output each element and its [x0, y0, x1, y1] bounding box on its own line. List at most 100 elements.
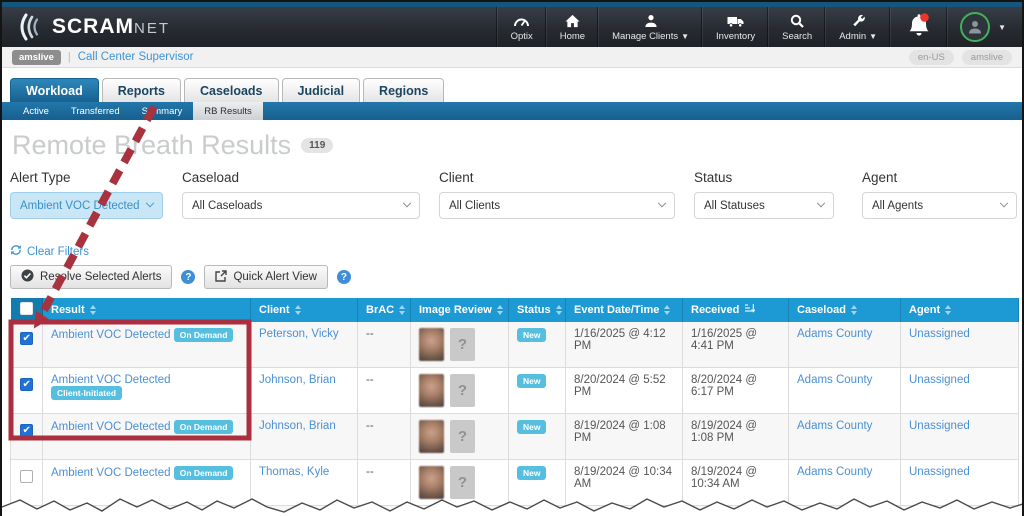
row-checkbox[interactable] [20, 378, 33, 391]
status-select[interactable]: All Statuses [694, 192, 834, 219]
page-title: Remote Breath Results [12, 130, 291, 161]
missing-image-placeholder[interactable]: ? [450, 374, 475, 407]
agent-link[interactable]: Unassigned [909, 512, 970, 516]
subtab-summary[interactable]: Summary [131, 102, 194, 120]
client-photo-thumbnail[interactable] [419, 374, 444, 407]
result-link[interactable]: Ambient VOC Detected [51, 374, 171, 386]
missing-image-placeholder[interactable]: ? [450, 512, 475, 516]
agent-link[interactable]: Unassigned [909, 328, 970, 340]
bell-icon [907, 12, 931, 43]
refresh-icon [10, 244, 22, 259]
missing-image-placeholder[interactable]: ? [450, 466, 475, 499]
sort-icon [399, 305, 405, 315]
tab-judicial[interactable]: Judicial [282, 78, 361, 102]
col-caseload[interactable]: Caseload [789, 298, 901, 322]
tab-workload[interactable]: Workload [10, 78, 99, 102]
client-link[interactable]: Miller, Sue [259, 512, 313, 516]
row-checkbox[interactable] [20, 470, 33, 483]
quick-alert-view-button[interactable]: Quick Alert View [204, 265, 328, 289]
gauge-icon [513, 13, 530, 29]
chevron-down-icon: ▼ [869, 32, 877, 41]
table-row: Ambient VOC Detected On Demand Johnson, … [11, 414, 1019, 460]
notifications-button[interactable] [890, 7, 947, 47]
table-row: Ambient VOC Detected On Demand Thomas, K… [11, 460, 1019, 506]
brac-value: -- [366, 466, 374, 478]
status-label: Status [694, 170, 834, 185]
resolve-selected-alerts-button[interactable]: Resolve Selected Alerts [10, 265, 172, 289]
user-badge: amslive [962, 50, 1012, 65]
agent-link[interactable]: Unassigned [909, 466, 970, 478]
alert-type-select[interactable]: Ambient VOC Detected [10, 192, 163, 219]
col-agent[interactable]: Agent [901, 298, 1019, 322]
received-datetime: 8/20/2024 @ 6:17 PM [691, 374, 757, 398]
client-photo-thumbnail[interactable] [419, 512, 444, 516]
col-brac[interactable]: BrAC [358, 298, 411, 322]
event-datetime: 8/19/2024 @ 1:08 PM [574, 420, 666, 444]
avatar [960, 12, 990, 42]
chevron-down-icon [403, 198, 411, 206]
agent-link[interactable]: Unassigned [909, 374, 970, 386]
col-image-review[interactable]: Image Review [411, 298, 509, 322]
row-checkbox[interactable] [20, 332, 33, 345]
subtab-transferred[interactable]: Transferred [60, 102, 131, 120]
nav-item-optix[interactable]: Optix [497, 7, 546, 47]
result-type-badge: On Demand [174, 420, 234, 434]
missing-image-placeholder[interactable]: ? [450, 420, 475, 453]
col-received[interactable]: Received [683, 298, 789, 322]
col-result[interactable]: Result [43, 298, 251, 322]
sub-tabs: Active Transferred Summary RB Results [2, 102, 1022, 120]
client-link[interactable]: Peterson, Vicky [259, 328, 339, 340]
result-type-badge: On Demand [174, 328, 234, 342]
col-event-date[interactable]: Event Date/Time [566, 298, 683, 322]
col-client[interactable]: Client [251, 298, 358, 322]
subtab-active[interactable]: Active [12, 102, 60, 120]
nav-item-manage-clients[interactable]: Manage Clients▼ [598, 7, 702, 47]
agent-link[interactable]: Unassigned [909, 420, 970, 432]
missing-image-placeholder[interactable]: ? [450, 328, 475, 361]
clear-filters-link[interactable]: Clear Filters [10, 244, 89, 259]
client-link[interactable]: Johnson, Brian [259, 374, 336, 386]
nav-item-search[interactable]: Search [768, 7, 825, 47]
status-badge: New [517, 420, 546, 434]
client-link[interactable]: Thomas, Kyle [259, 466, 329, 478]
client-photo-thumbnail[interactable] [419, 420, 444, 453]
agent-label: Agent [862, 170, 1017, 185]
client-select[interactable]: All Clients [439, 192, 675, 219]
sort-icon [295, 305, 301, 315]
result-link[interactable]: Ambient VOC Detected [51, 421, 171, 433]
caseload-link[interactable]: Adams County [797, 466, 872, 478]
select-all-checkbox[interactable] [20, 302, 33, 315]
wrench-icon [851, 13, 865, 29]
caseload-link[interactable]: Adams County [797, 328, 872, 340]
client-label: Client [439, 170, 675, 185]
tab-regions[interactable]: Regions [363, 78, 444, 102]
event-datetime: 8/19/2024 @ 10:25 AM [574, 512, 672, 516]
nav-item-inventory[interactable]: Inventory [702, 7, 768, 47]
result-link[interactable]: Ambient VOC Detected [51, 467, 171, 479]
caseload-link[interactable]: Adams County [797, 374, 872, 386]
subtab-rb-results[interactable]: RB Results [193, 102, 263, 120]
nav-item-home[interactable]: Home [546, 7, 598, 47]
tab-caseloads[interactable]: Caseloads [184, 78, 279, 102]
received-datetime: 8/19/2024 @ 1:08 PM [691, 420, 757, 444]
nav-item-admin[interactable]: Admin▼ [825, 7, 890, 47]
caseload-select[interactable]: All Caseloads [182, 192, 420, 219]
resolve-help-icon[interactable]: ? [181, 270, 195, 284]
client-photo-thumbnail[interactable] [419, 466, 444, 499]
col-status[interactable]: Status [509, 298, 566, 322]
received-datetime: 8/19/2024 @ 10:26 AM [691, 512, 757, 516]
row-checkbox[interactable] [20, 424, 33, 437]
received-datetime: 1/16/2025 @ 4:41 PM [691, 328, 757, 352]
client-link[interactable]: Johnson, Brian [259, 420, 336, 432]
tab-reports[interactable]: Reports [102, 78, 181, 102]
caseload-link[interactable]: Adams County [797, 420, 872, 432]
result-link[interactable]: Ambient VOC Detected [51, 329, 171, 341]
client-photo-thumbnail[interactable] [419, 328, 444, 361]
agent-select[interactable]: All Agents [862, 192, 1017, 219]
user-menu[interactable]: ▼ [947, 7, 1022, 47]
breadcrumb-role-link[interactable]: Call Center Supervisor [78, 51, 194, 63]
brac-value: -- [366, 374, 374, 386]
quick-view-help-icon[interactable]: ? [337, 270, 351, 284]
brand-logo[interactable]: SCRAMNET [2, 7, 170, 47]
caseload-link[interactable]: Adams County [797, 512, 872, 516]
